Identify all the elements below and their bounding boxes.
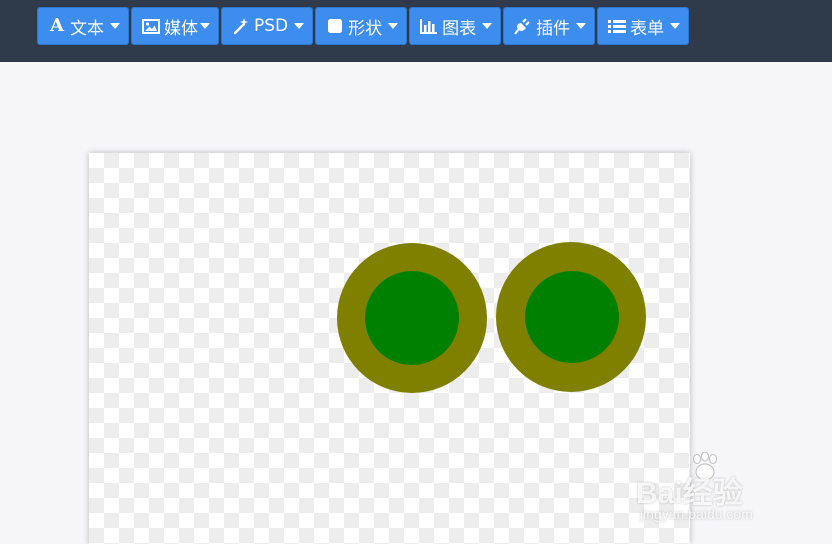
image-icon [142, 17, 160, 35]
bar-chart-icon [420, 17, 438, 35]
ring-inner-circle [365, 271, 459, 365]
chevron-down-icon [388, 23, 399, 29]
plugin-menu-label: 插件 [536, 18, 571, 39]
psd-menu-button[interactable]: PSD [221, 7, 314, 45]
chart-menu-button[interactable]: 图表 [409, 7, 502, 45]
ring-inner-circle [525, 271, 619, 363]
top-toolbar-bar: A 文本 媒体 PSD 形状 图表 插件 表单 [0, 0, 832, 62]
chevron-down-icon [576, 23, 587, 29]
chevron-down-icon [294, 23, 305, 29]
text-menu-button[interactable]: A 文本 [37, 7, 129, 45]
magic-wand-icon [232, 17, 250, 35]
media-menu-button[interactable]: 媒体 [131, 7, 219, 45]
chevron-down-icon [482, 23, 493, 29]
list-icon [608, 17, 627, 35]
shape-menu-label: 形状 [348, 18, 383, 39]
form-menu-button[interactable]: 表单 [597, 7, 690, 45]
text-icon: A [50, 15, 64, 36]
chevron-down-icon [670, 23, 681, 29]
chevron-down-icon [200, 23, 210, 29]
psd-menu-label: PSD [254, 16, 289, 36]
square-icon [326, 17, 344, 35]
text-menu-label: 文本 [70, 18, 104, 39]
ring-shape-right[interactable] [496, 242, 646, 392]
plug-icon [514, 17, 532, 35]
media-menu-label: 媒体 [164, 18, 198, 39]
toolbar: A 文本 媒体 PSD 形状 图表 插件 表单 [37, 7, 690, 45]
chart-menu-label: 图表 [442, 18, 477, 39]
chevron-down-icon [110, 23, 120, 29]
ring-shape-left[interactable] [337, 243, 487, 393]
form-menu-label: 表单 [630, 18, 665, 39]
design-canvas[interactable] [89, 153, 690, 544]
plugin-menu-button[interactable]: 插件 [503, 7, 596, 45]
shape-menu-button[interactable]: 形状 [315, 7, 408, 45]
